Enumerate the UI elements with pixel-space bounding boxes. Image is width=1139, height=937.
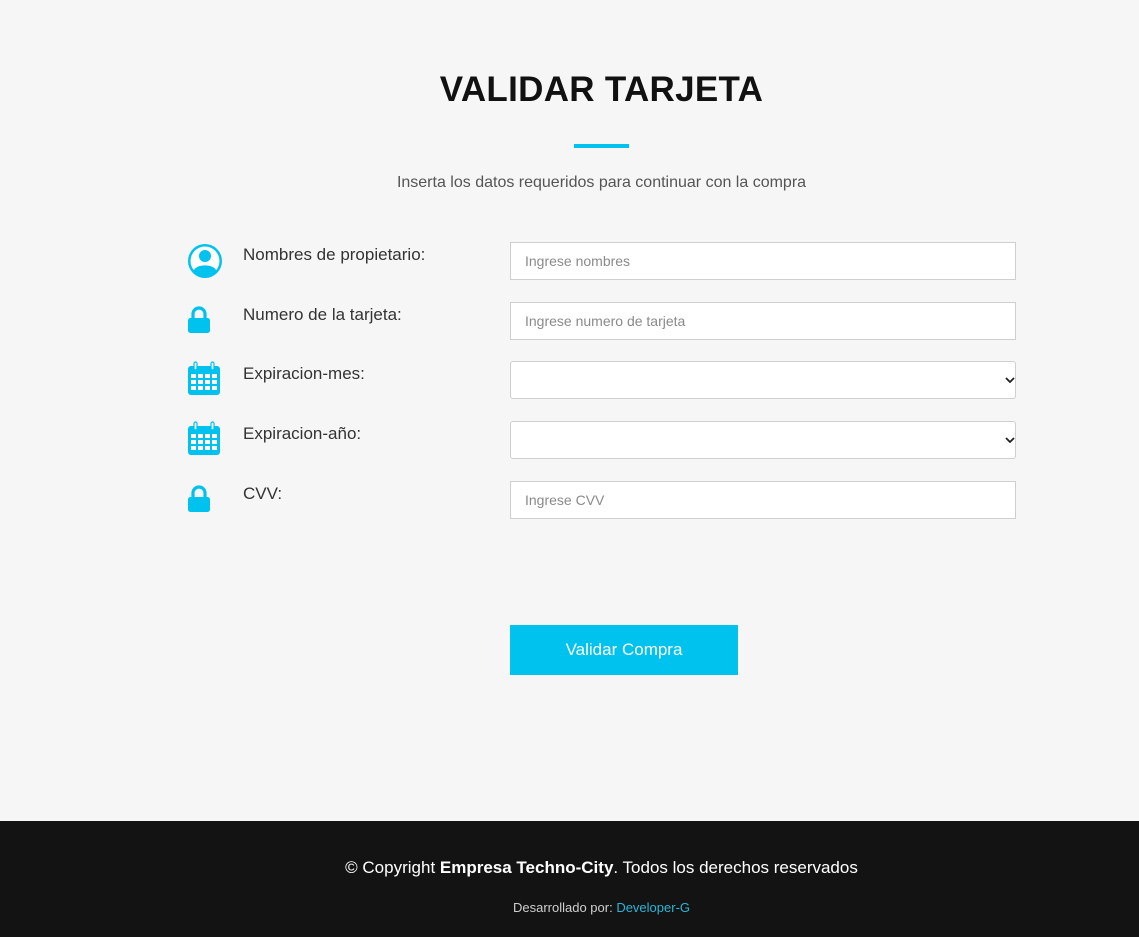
developed-by-label: Desarrollado por: bbox=[512, 900, 617, 915]
owner-name-input[interactable] bbox=[510, 242, 1016, 280]
lock-icon bbox=[188, 306, 210, 333]
company-name: Empresa Techno-City bbox=[439, 858, 614, 877]
lock-icon bbox=[188, 485, 210, 512]
footer: © Copyright Empresa Techno-City. Todos l… bbox=[0, 821, 1139, 937]
expiration-year-label: Expiracion-año: bbox=[243, 424, 362, 443]
developer-link[interactable]: Developer-G bbox=[616, 900, 690, 915]
copyright-prefix: © Copyright bbox=[345, 858, 440, 877]
title-underline bbox=[574, 144, 629, 148]
main-section: VALIDAR TARJETA Inserta los datos requer… bbox=[0, 0, 1139, 821]
card-number-row: Numero de la tarjeta: bbox=[186, 302, 1016, 340]
cvv-label: CVV: bbox=[243, 484, 283, 503]
copyright-text: © Copyright Empresa Techno-City. Todos l… bbox=[0, 858, 1139, 878]
card-number-label: Numero de la tarjeta: bbox=[243, 305, 402, 324]
owner-name-label: Nombres de propietario: bbox=[243, 245, 426, 264]
user-icon bbox=[188, 244, 222, 278]
expiration-month-select[interactable] bbox=[510, 361, 1016, 399]
expiration-month-label: Expiracion-mes: bbox=[243, 364, 365, 383]
cvv-input[interactable] bbox=[510, 481, 1016, 519]
expiration-year-row: Expiracion-año: bbox=[186, 421, 1016, 459]
calendar-icon bbox=[188, 421, 220, 455]
expiration-month-row: Expiracion-mes: bbox=[186, 361, 1016, 399]
page-subtitle: Inserta los datos requeridos para contin… bbox=[396, 174, 807, 191]
validate-purchase-button[interactable]: Validar Compra bbox=[510, 625, 738, 675]
owner-name-row: Nombres de propietario: bbox=[186, 242, 1016, 280]
developer-credit: Desarrollado por: Developer-G bbox=[0, 900, 1139, 915]
cvv-row: CVV: bbox=[186, 481, 1016, 519]
expiration-year-select[interactable] bbox=[510, 421, 1016, 459]
copyright-suffix: . Todos los derechos reservados bbox=[613, 858, 858, 877]
calendar-icon bbox=[188, 361, 220, 395]
card-number-input[interactable] bbox=[510, 302, 1016, 340]
page-title: VALIDAR TARJETA bbox=[439, 70, 764, 109]
